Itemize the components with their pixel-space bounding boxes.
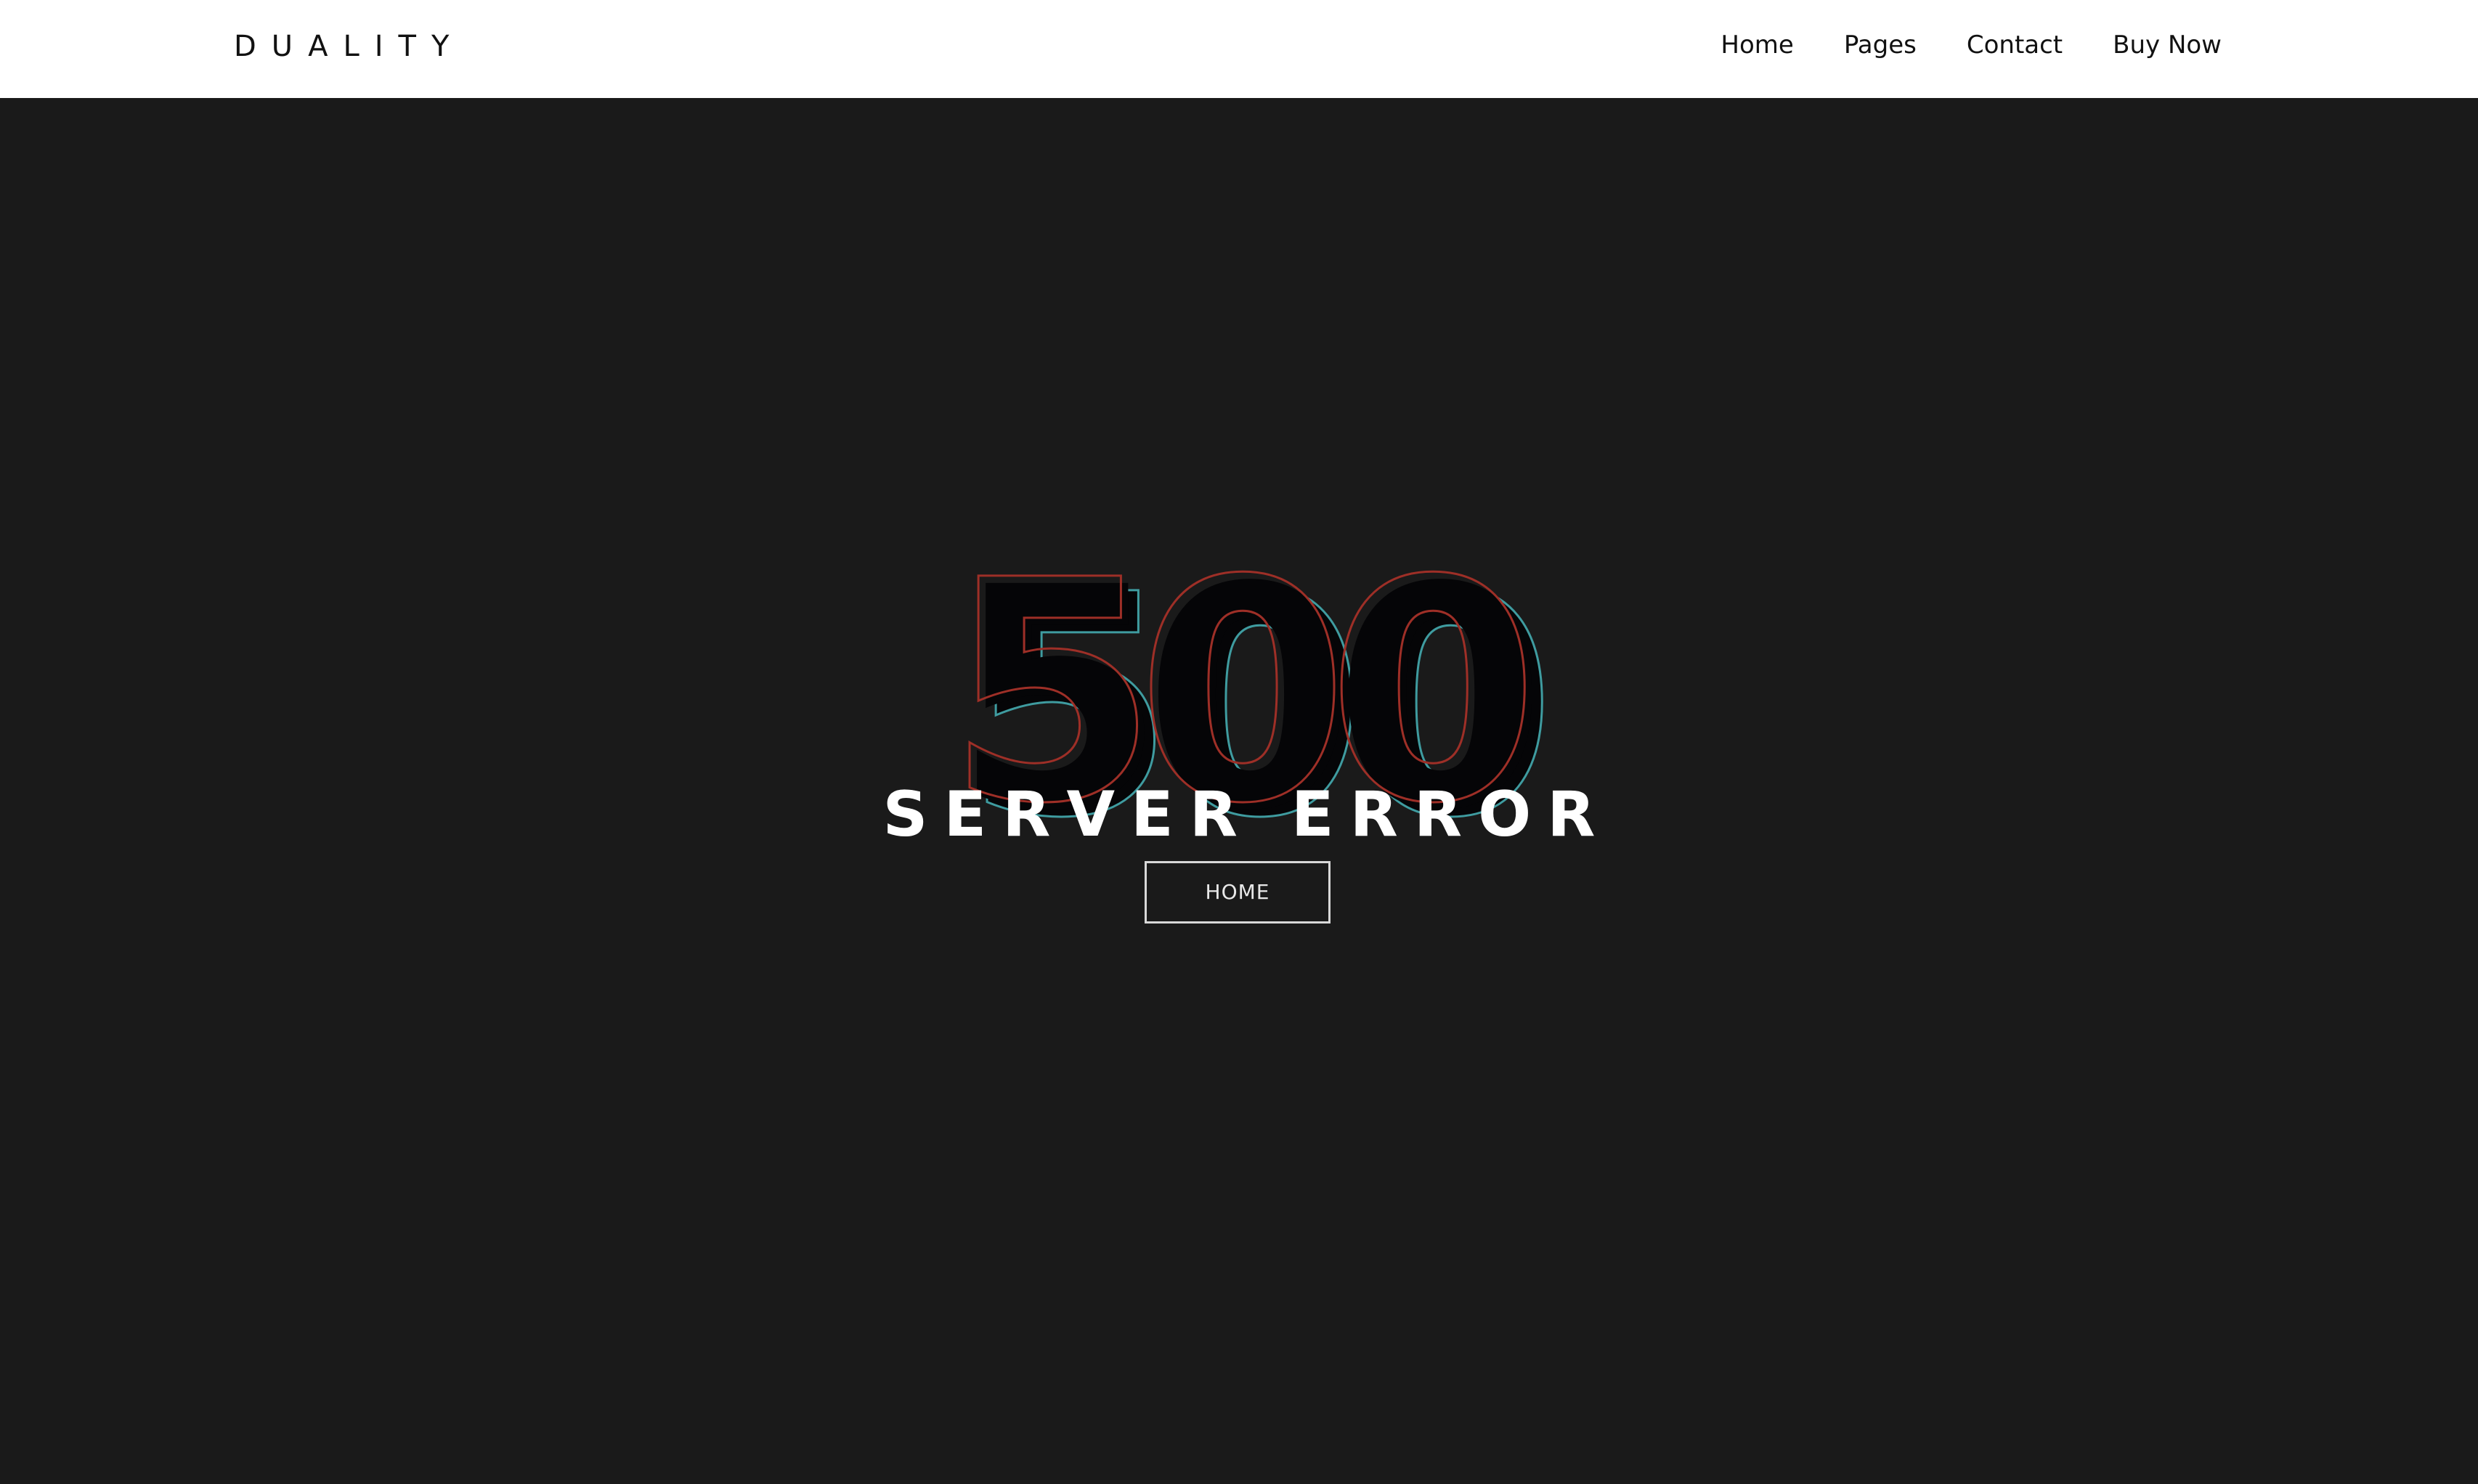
home-button[interactable]: HOME	[1145, 861, 1331, 924]
top-navbar: DUALITY Home Pages Contact Buy Now	[0, 0, 2478, 98]
brand-logo[interactable]: DUALITY	[234, 25, 464, 68]
nav-link-buy-now[interactable]: Buy Now	[2113, 25, 2222, 65]
nav-link-pages[interactable]: Pages	[1844, 25, 1917, 65]
nav-link-contact[interactable]: Contact	[1967, 25, 2063, 65]
main-nav: Home Pages Contact Buy Now	[1721, 25, 2222, 65]
error-title: SERVER ERROR	[882, 778, 1612, 851]
nav-link-home[interactable]: Home	[1721, 25, 1793, 65]
